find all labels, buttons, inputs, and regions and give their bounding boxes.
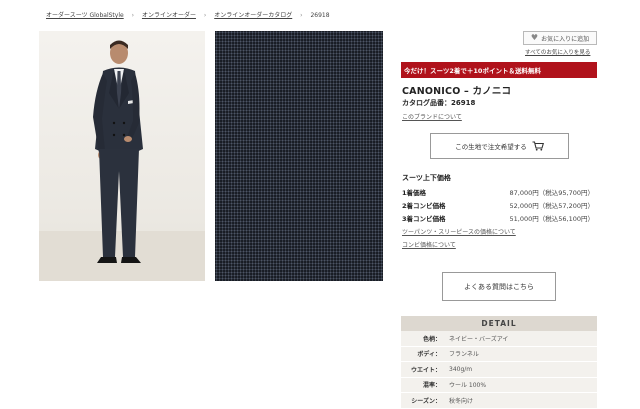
breadcrumb-link-catalog[interactable]: オンラインオーダーカタログ bbox=[214, 12, 292, 19]
detail-row: 混率： ウール 100% bbox=[401, 377, 597, 393]
price-value: 51,000円（税込56,100円） bbox=[509, 215, 595, 223]
faq-button[interactable]: よくある質問はこちら bbox=[442, 272, 556, 301]
detail-row: ボディ： フランネル bbox=[401, 346, 597, 362]
cart-icon bbox=[532, 141, 544, 151]
view-favorites-link[interactable]: すべてのお気に入りを見る bbox=[525, 48, 590, 56]
detail-row: 色柄： ネイビー・バーズアイ bbox=[401, 331, 597, 347]
price-label: 1着価格 bbox=[402, 189, 427, 197]
detail-value: フランネル bbox=[449, 351, 479, 359]
price-row: 1着価格 87,000円（税込95,700円） bbox=[402, 187, 594, 197]
about-brand-link[interactable]: このブランドについて bbox=[402, 112, 462, 121]
promo-banner[interactable]: 今だけ！スーツ2着で＋10ポイント＆送料無料 bbox=[401, 62, 597, 78]
fabric-swatch-photo[interactable] bbox=[215, 31, 383, 281]
detail-key: 混率： bbox=[422, 382, 441, 390]
detail-row: ウエイト： 340g/m bbox=[401, 362, 597, 378]
product-title: CANONICO – カノニコ bbox=[402, 86, 512, 97]
heart-icon: ♥ bbox=[530, 33, 539, 42]
detail-value: 340g/m bbox=[449, 365, 473, 373]
detail-value: ウール 100% bbox=[449, 382, 487, 390]
price-heading: スーツ上下価格 bbox=[402, 174, 451, 182]
breadcrumb-link-online-order[interactable]: オンラインオーダー bbox=[142, 12, 196, 19]
detail-key: ウエイト： bbox=[410, 366, 441, 374]
breadcrumb-current: 26918 bbox=[310, 12, 330, 19]
breadcrumb: オーダースーツ GlobalStyle › オンラインオーダー › オンラインオ… bbox=[46, 10, 330, 19]
order-request-label: この生地で注文希望する bbox=[455, 143, 527, 151]
add-favorite-button[interactable]: ♥ お気に入りに追加 bbox=[523, 31, 597, 45]
catalog-number: カタログ品番：26918 bbox=[402, 99, 476, 107]
suit-model-illustration bbox=[39, 40, 205, 281]
combo-pricing-link[interactable]: コンビ価格について bbox=[402, 240, 456, 249]
price-value: 52,000円（税込57,200円） bbox=[509, 202, 595, 210]
detail-heading: DETAIL bbox=[401, 316, 597, 331]
breadcrumb-separator: › bbox=[203, 12, 207, 19]
order-request-button[interactable]: この生地で注文希望する bbox=[430, 133, 569, 159]
price-row: 2着コンビ価格 52,000円（税込57,200円） bbox=[402, 200, 594, 210]
breadcrumb-separator: › bbox=[300, 12, 303, 19]
detail-row: シーズン： 秋冬向け bbox=[401, 393, 597, 409]
detail-table: 色柄： ネイビー・バーズアイ ボディ： フランネル ウエイト： 340g/m 混… bbox=[401, 331, 597, 409]
price-label: 3着コンビ価格 bbox=[402, 215, 446, 223]
detail-key: 色柄： bbox=[422, 335, 441, 343]
detail-key: ボディ： bbox=[417, 351, 441, 359]
two-pants-pricing-link[interactable]: ツーパンツ・スリーピースの価格について bbox=[402, 227, 516, 236]
price-value: 87,000円（税込95,700円） bbox=[509, 189, 595, 197]
price-label: 2着コンビ価格 bbox=[402, 202, 446, 210]
add-favorite-label: お気に入りに追加 bbox=[541, 35, 590, 43]
detail-key: シーズン： bbox=[411, 397, 441, 405]
detail-value: ネイビー・バーズアイ bbox=[449, 335, 509, 343]
breadcrumb-link-home[interactable]: オーダースーツ GlobalStyle bbox=[46, 12, 124, 19]
breadcrumb-separator: › bbox=[131, 12, 135, 19]
detail-value: 秋冬向け bbox=[449, 397, 474, 405]
price-row: 3着コンビ価格 51,000円（税込56,100円） bbox=[402, 213, 594, 223]
model-photo[interactable] bbox=[39, 31, 205, 281]
